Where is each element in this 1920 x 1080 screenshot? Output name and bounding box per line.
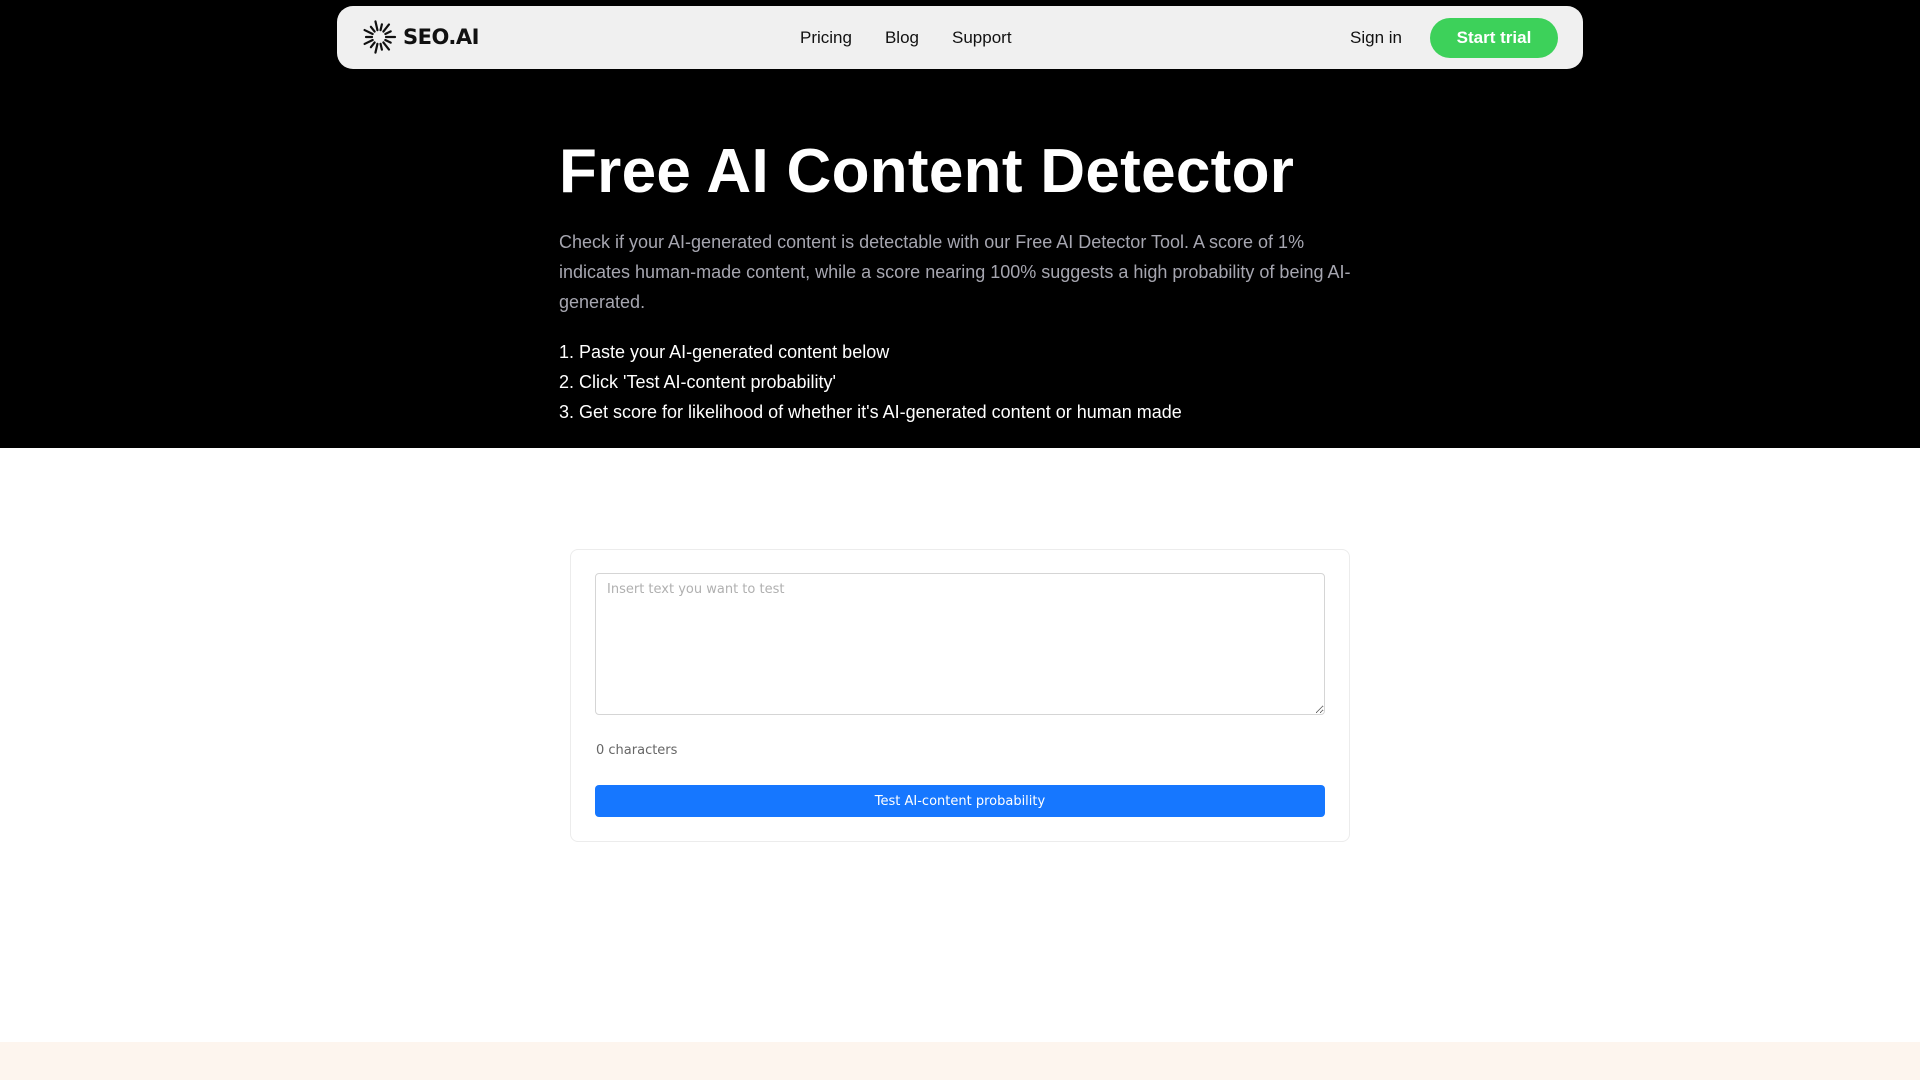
test-ai-content-button[interactable]: Test AI-content probability	[595, 785, 1325, 817]
step-item: 2. Click 'Test AI-content probability'	[559, 372, 836, 392]
sunburst-icon	[363, 20, 397, 54]
nav-link-pricing[interactable]: Pricing	[800, 28, 852, 48]
main-nav: Pricing Blog Support	[800, 6, 1012, 69]
step-item: 1. Paste your AI-generated content below	[559, 342, 890, 362]
logo-text: SEO.AI	[403, 25, 479, 49]
footer-band	[0, 1042, 1920, 1080]
detector-card: 0 characters Test AI-content probability	[570, 549, 1350, 842]
sign-in-link[interactable]: Sign in	[1350, 6, 1402, 69]
hero-section: SEO.AI Pricing Blog Support Sign in Star…	[0, 0, 1920, 448]
top-navbar: SEO.AI Pricing Blog Support Sign in Star…	[337, 6, 1583, 69]
instruction-steps: 1. Paste your AI-generated content below…	[559, 337, 1182, 427]
step-item: 3. Get score for likelihood of whether i…	[559, 402, 1182, 422]
text-input[interactable]	[595, 573, 1325, 715]
page: SEO.AI Pricing Blog Support Sign in Star…	[0, 0, 1920, 1080]
character-count: 0 characters	[596, 743, 678, 758]
start-trial-button[interactable]: Start trial	[1430, 18, 1558, 58]
nav-link-blog[interactable]: Blog	[885, 28, 919, 48]
hero-description: Check if your AI-generated content is de…	[559, 232, 1351, 312]
nav-link-support[interactable]: Support	[952, 28, 1012, 48]
page-title: Free AI Content Detector	[559, 137, 1295, 206]
logo[interactable]: SEO.AI	[361, 19, 479, 55]
